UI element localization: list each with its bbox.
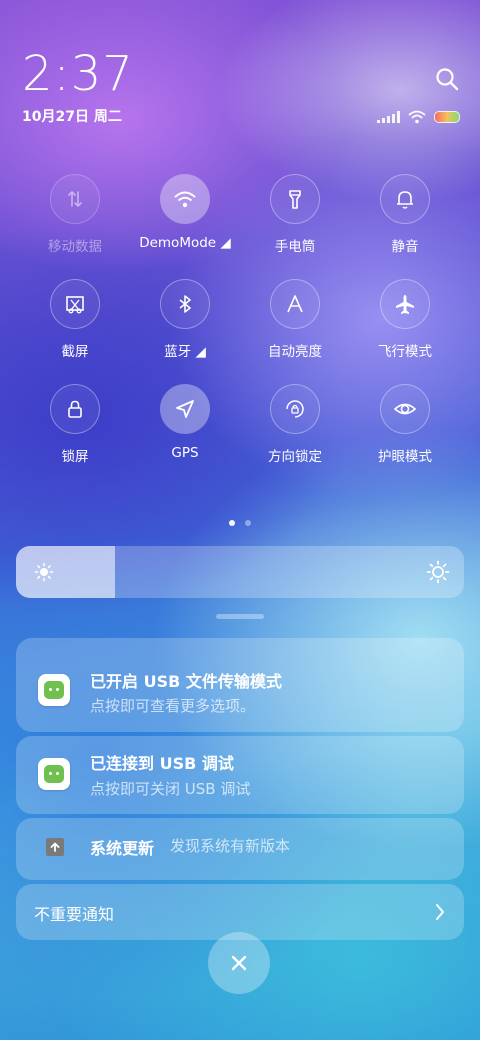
android-icon	[38, 758, 70, 790]
brightness-slider[interactable]	[16, 546, 464, 598]
unimportant-label: 不重要通知	[34, 905, 115, 924]
tile-eye-care[interactable]: 护眼模式	[350, 384, 460, 465]
notification-usb-debug[interactable]: 已连接到 USB 调试 点按即可关闭 USB 调试	[16, 736, 464, 814]
notification-system-update[interactable]: 系统更新 发现系统有新版本	[16, 818, 464, 880]
signal-icon	[377, 111, 400, 123]
notification-subtitle: 发现系统有新版本	[170, 837, 291, 855]
location-arrow-icon	[160, 384, 210, 434]
chevron-right-icon	[436, 904, 444, 920]
notification-title: 已开启 USB 文件传输模式	[90, 672, 282, 691]
tile-flashlight[interactable]: 手电筒	[240, 174, 350, 255]
tile-lock-screen[interactable]: 锁屏	[20, 384, 130, 465]
tile-label: 移动数据	[48, 239, 102, 255]
status-area: 2:37 10月27日 周二	[22, 48, 134, 126]
eye-icon	[380, 384, 430, 434]
tile-label: 手电筒	[274, 239, 316, 255]
clock-time: 2:37	[22, 46, 134, 102]
tile-wifi[interactable]: DemoMode ◢	[130, 174, 240, 255]
tile-auto-brightness[interactable]: 自动亮度	[240, 279, 350, 360]
tile-mobile-data[interactable]: 移动数据	[20, 174, 130, 255]
lock-icon	[50, 384, 100, 434]
page-dot-1[interactable]	[229, 520, 235, 526]
tile-label: 飞行模式	[378, 344, 432, 360]
clear-all-button[interactable]	[208, 932, 270, 994]
tile-label: 锁屏	[61, 449, 89, 465]
quick-settings-grid: 移动数据 DemoMode ◢ 手电筒 静音 截屏 蓝牙 ◢ 自动亮度 飞行模式…	[20, 174, 460, 465]
brightness-low-icon	[34, 562, 54, 582]
airplane-icon	[380, 279, 430, 329]
notification-subtitle: 点按即可关闭 USB 调试	[90, 780, 251, 798]
mobile-data-icon	[50, 174, 100, 224]
android-icon	[38, 674, 70, 706]
wifi-status-icon	[408, 110, 426, 124]
brightness-high-icon	[426, 560, 450, 584]
search-icon[interactable]	[434, 66, 460, 92]
tile-label: DemoMode ◢	[139, 235, 231, 251]
tile-label: GPS	[171, 445, 199, 461]
flashlight-icon	[270, 174, 320, 224]
tile-gps[interactable]: GPS	[130, 384, 240, 465]
rotation-lock-icon	[270, 384, 320, 434]
tile-label: 自动亮度	[268, 344, 322, 360]
system-status-icons	[377, 110, 460, 124]
battery-icon	[434, 111, 460, 123]
notification-title: 系统更新	[90, 839, 155, 858]
notification-usb-transfer[interactable]: 已开启 USB 文件传输模式 点按即可查看更多选项。	[16, 638, 464, 732]
wifi-icon	[160, 174, 210, 224]
tile-rotation-lock[interactable]: 方向锁定	[240, 384, 350, 465]
brightness-fill	[16, 546, 115, 598]
tile-label: 护眼模式	[378, 449, 432, 465]
tile-label: 静音	[391, 239, 419, 255]
bell-icon	[380, 174, 430, 224]
tile-label: 截屏	[61, 344, 89, 360]
page-dot-2[interactable]	[245, 520, 251, 526]
drag-handle[interactable]	[216, 614, 264, 619]
tile-screenshot[interactable]: 截屏	[20, 279, 130, 360]
page-indicator	[0, 520, 480, 526]
auto-brightness-icon	[270, 279, 320, 329]
close-icon	[231, 955, 247, 971]
notification-title: 已连接到 USB 调试	[90, 754, 234, 773]
date-label: 10月27日 周二	[22, 109, 122, 125]
notification-subtitle: 点按即可查看更多选项。	[90, 697, 256, 715]
tile-label: 方向锁定	[268, 449, 322, 465]
tile-airplane[interactable]: 飞行模式	[350, 279, 460, 360]
update-arrow-icon	[46, 838, 64, 856]
bluetooth-icon	[160, 279, 210, 329]
tile-bluetooth[interactable]: 蓝牙 ◢	[130, 279, 240, 360]
tile-silent[interactable]: 静音	[350, 174, 460, 255]
tile-label: 蓝牙 ◢	[164, 344, 206, 360]
screenshot-icon	[50, 279, 100, 329]
